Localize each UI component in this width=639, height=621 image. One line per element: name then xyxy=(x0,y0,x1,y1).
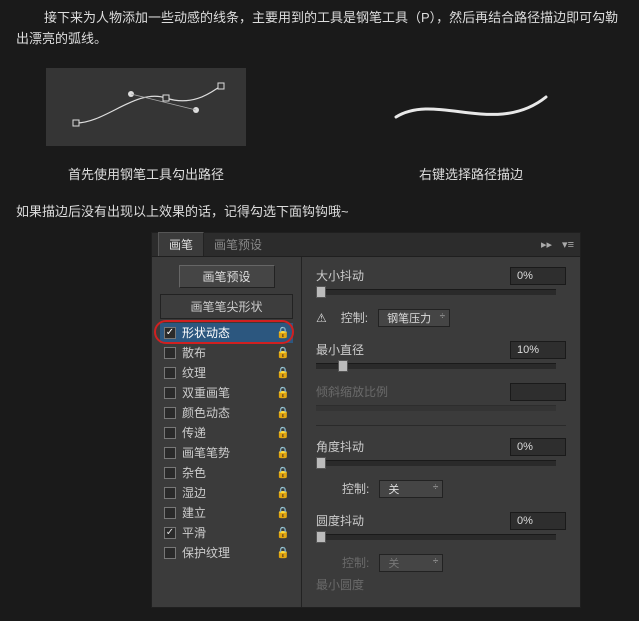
stroke-example xyxy=(386,68,556,146)
opt-texture[interactable]: 纹理 🔒 xyxy=(160,363,293,383)
opt-label: 双重画笔 xyxy=(182,384,230,401)
lock-icon[interactable]: 🔒 xyxy=(277,327,289,339)
lock-icon[interactable]: 🔒 xyxy=(277,487,289,499)
opt-smoothing[interactable]: 平滑 🔒 xyxy=(160,523,293,543)
lock-icon[interactable]: 🔒 xyxy=(277,387,289,399)
brush-panel: 画笔 画笔预设 ▸▸ ▾≡ 画笔预设 画笔笔尖形状 形状动态 🔒 散布 🔒 xyxy=(151,232,581,608)
label-control3: 控制: xyxy=(342,554,369,571)
select-control1[interactable]: 钢笔压力 xyxy=(378,309,450,327)
lock-icon[interactable]: 🔒 xyxy=(277,347,289,359)
select-control3: 关 xyxy=(379,554,443,572)
note-text: 如果描边后没有出现以上效果的话，记得勾选下面钩钩哦~ xyxy=(16,201,623,220)
panel-expand-icon[interactable]: ▸▸ xyxy=(541,238,552,251)
lock-icon[interactable]: 🔒 xyxy=(277,367,289,379)
brush-tip-shape[interactable]: 画笔笔尖形状 xyxy=(160,294,293,319)
warning-icon: ⚠ xyxy=(316,311,327,325)
value-min-diameter[interactable]: 10% xyxy=(510,341,566,359)
tab-brush[interactable]: 画笔 xyxy=(158,232,204,256)
controls-column: 大小抖动 0% ⚠ 控制: 钢笔压力 最小直径 10% 倾斜缩放比例 xyxy=(302,257,580,607)
opt-scattering[interactable]: 散布 🔒 xyxy=(160,343,293,363)
checkbox-icon[interactable] xyxy=(164,367,176,379)
slider-min-diameter[interactable] xyxy=(316,363,556,369)
opt-label: 形状动态 xyxy=(182,324,230,341)
lock-icon[interactable]: 🔒 xyxy=(277,507,289,519)
lock-icon[interactable]: 🔒 xyxy=(277,427,289,439)
opt-label: 湿边 xyxy=(182,484,206,501)
checkbox-icon[interactable] xyxy=(164,447,176,459)
checkbox-icon[interactable] xyxy=(164,547,176,559)
checkbox-icon[interactable] xyxy=(164,507,176,519)
slider-round-jitter[interactable] xyxy=(316,534,556,540)
opt-shape-dynamics[interactable]: 形状动态 🔒 xyxy=(160,323,293,343)
opt-label: 颜色动态 xyxy=(182,404,230,421)
tab-brush-presets[interactable]: 画笔预设 xyxy=(204,233,272,256)
opt-label: 纹理 xyxy=(182,364,206,381)
opt-buildup[interactable]: 建立 🔒 xyxy=(160,503,293,523)
pen-path-example xyxy=(46,68,246,146)
checkbox-icon[interactable] xyxy=(164,327,176,339)
opt-dual-brush[interactable]: 双重画笔 🔒 xyxy=(160,383,293,403)
label-min-round: 最小圆度 xyxy=(316,576,416,593)
lock-icon[interactable]: 🔒 xyxy=(277,547,289,559)
opt-brush-pose[interactable]: 画笔笔势 🔒 xyxy=(160,443,293,463)
opt-noise[interactable]: 杂色 🔒 xyxy=(160,463,293,483)
checkbox-icon[interactable] xyxy=(164,487,176,499)
value-size-jitter[interactable]: 0% xyxy=(510,267,566,285)
checkbox-icon[interactable] xyxy=(164,387,176,399)
label-control2: 控制: xyxy=(342,480,369,497)
panel-tabs: 画笔 画笔预设 ▸▸ ▾≡ xyxy=(152,233,580,257)
opt-label: 散布 xyxy=(182,344,206,361)
label-tilt-scale: 倾斜缩放比例 xyxy=(316,383,416,400)
label-size-jitter: 大小抖动 xyxy=(316,267,416,284)
lock-icon[interactable]: 🔒 xyxy=(277,527,289,539)
opt-wet-edges[interactable]: 湿边 🔒 xyxy=(160,483,293,503)
opt-label: 建立 xyxy=(182,504,206,521)
checkbox-icon[interactable] xyxy=(164,527,176,539)
opt-color-dynamics[interactable]: 颜色动态 🔒 xyxy=(160,403,293,423)
slider-tilt-scale xyxy=(316,405,556,411)
label-control1: 控制: xyxy=(341,309,368,326)
opt-label: 杂色 xyxy=(182,464,206,481)
value-round-jitter[interactable]: 0% xyxy=(510,512,566,530)
lock-icon[interactable]: 🔒 xyxy=(277,447,289,459)
caption-right: 右键选择路径描边 xyxy=(386,164,556,183)
slider-angle-jitter[interactable] xyxy=(316,460,556,466)
opt-transfer[interactable]: 传递 🔒 xyxy=(160,423,293,443)
example-row: 首先使用钢笔工具勾出路径 右键选择路径描边 xyxy=(16,68,623,183)
checkbox-icon[interactable] xyxy=(164,347,176,359)
value-tilt-scale xyxy=(510,383,566,401)
options-column: 画笔预设 画笔笔尖形状 形状动态 🔒 散布 🔒 纹理 🔒 双重画笔 xyxy=(152,257,302,607)
slider-size-jitter[interactable] xyxy=(316,289,556,295)
opt-label: 平滑 xyxy=(182,524,206,541)
opt-protect-texture[interactable]: 保护纹理 🔒 xyxy=(160,543,293,563)
caption-left: 首先使用钢笔工具勾出路径 xyxy=(46,164,246,183)
lock-icon[interactable]: 🔒 xyxy=(277,407,289,419)
intro-text: 接下来为人物添加一些动感的线条，主要用到的工具是钢笔工具（P），然后再结合路径描… xyxy=(16,8,623,50)
lock-icon[interactable]: 🔒 xyxy=(277,467,289,479)
panel-menu-icon[interactable]: ▾≡ xyxy=(562,238,574,251)
opt-label: 画笔笔势 xyxy=(182,444,230,461)
opt-label: 传递 xyxy=(182,424,206,441)
checkbox-icon[interactable] xyxy=(164,467,176,479)
label-min-diameter: 最小直径 xyxy=(316,341,416,358)
label-angle-jitter: 角度抖动 xyxy=(316,438,416,455)
value-angle-jitter[interactable]: 0% xyxy=(510,438,566,456)
checkbox-icon[interactable] xyxy=(164,427,176,439)
select-control2[interactable]: 关 xyxy=(379,480,443,498)
opt-label: 保护纹理 xyxy=(182,544,230,561)
brush-presets-button[interactable]: 画笔预设 xyxy=(179,265,275,288)
label-round-jitter: 圆度抖动 xyxy=(316,512,416,529)
checkbox-icon[interactable] xyxy=(164,407,176,419)
